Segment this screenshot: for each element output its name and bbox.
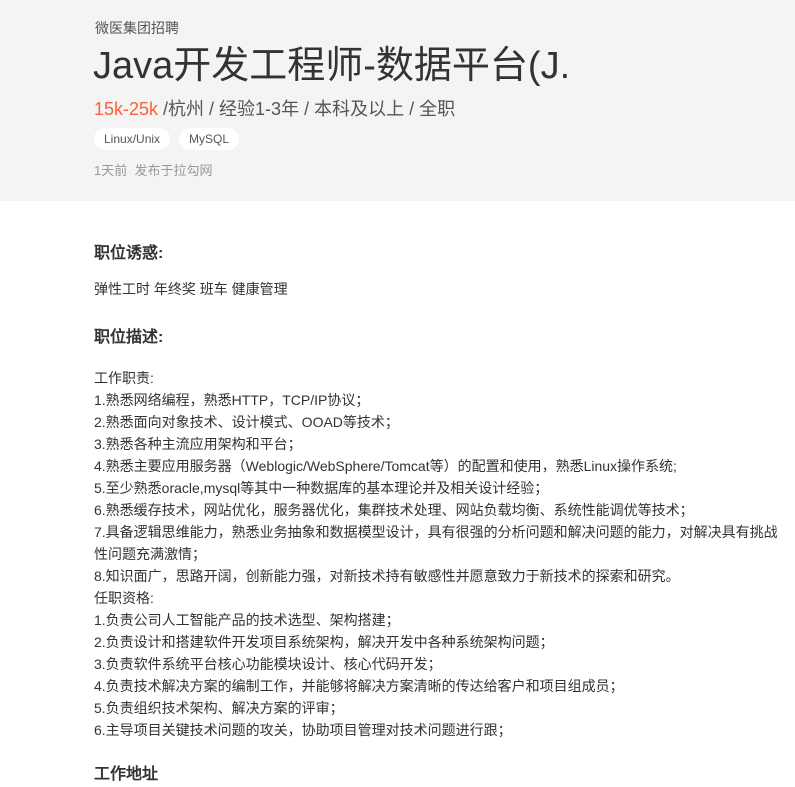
job-title: Java开发工程师-数据平台(J... [93, 45, 573, 87]
salary: 15k-25k [94, 99, 159, 119]
job-meta-details: /杭州 / 经验1-3年 / 本科及以上 / 全职 [158, 99, 456, 119]
description-line: 5.至少熟悉oracle,mysql等其中一种数据库的基本理论并及相关设计经验； [94, 480, 549, 496]
publish-time: 1天前 [94, 163, 128, 178]
description-line: 3.熟悉各种主流应用架构和平台； [94, 436, 302, 452]
skill-tags: Linux/Unix MySQL [94, 128, 240, 150]
description-line: 6.主导项目关键技术问题的攻关，协助项目管理对技术问题进行跟； [94, 722, 512, 738]
description-line: 2.负责设计和搭建软件开发项目系统架构，解决开发中各种系统架构问题； [94, 634, 554, 650]
description-line: 1.熟悉网络编程，熟悉HTTP，TCP/IP协议； [94, 392, 370, 408]
description-line: 3.负责软件系统平台核心功能模块设计、核心代码开发； [94, 656, 442, 672]
address-title: 工作地址 [94, 766, 159, 783]
description-line: 2.熟悉面向对象技术、设计模式、OOAD等技术； [94, 414, 399, 430]
job-header: 微医集团招聘 Java开发工程师-数据平台(J... 15k-25k /杭州 /… [0, 0, 795, 201]
job-meta: 15k-25k /杭州 / 经验1-3年 / 本科及以上 / 全职 [94, 96, 455, 122]
description-line: 4.负责技术解决方案的编制工作，并能够将解决方案清晰的传达给客户和项目组成员； [94, 678, 624, 694]
perks-title: 职位诱惑: [94, 245, 164, 262]
job-description: 工作职责: 1.熟悉网络编程，熟悉HTTP，TCP/IP协议； 2.熟悉面向对象… [94, 367, 784, 741]
description-line: 任职资格: [94, 590, 154, 606]
description-title: 职位描述: [94, 329, 164, 346]
description-line: 工作职责: [94, 370, 154, 386]
description-line: 7.具备逻辑思维能力，熟悉业务抽象和数据模型设计，具有很强的分析问题和解决问题的… [94, 524, 778, 562]
skill-tag[interactable]: MySQL [179, 128, 240, 150]
description-line: 6.熟悉缓存技术，网站优化，服务器优化，集群技术处理、网站负载均衡、系统性能调优… [94, 502, 694, 518]
description-line: 4.熟悉主要应用服务器（Weblogic/WebSphere/Tomcat等）的… [94, 458, 677, 474]
company-name[interactable]: 微医集团招聘 [95, 18, 179, 38]
skill-tag[interactable]: Linux/Unix [94, 128, 171, 150]
publish-source: 发布于拉勾网 [134, 163, 213, 178]
publish-info: 1天前 发布于拉勾网 [94, 161, 212, 181]
description-line: 1.负责公司人工智能产品的技术选型、架构搭建； [94, 612, 400, 628]
perks-text: 弹性工时 年终奖 班车 健康管理 [94, 281, 288, 297]
description-line: 8.知识面广，思路开阔，创新能力强，对新技术持有敏感性并愿意致力于新技术的探索和… [94, 568, 680, 584]
description-line: 5.负责组织技术架构、解决方案的评审； [94, 700, 344, 716]
